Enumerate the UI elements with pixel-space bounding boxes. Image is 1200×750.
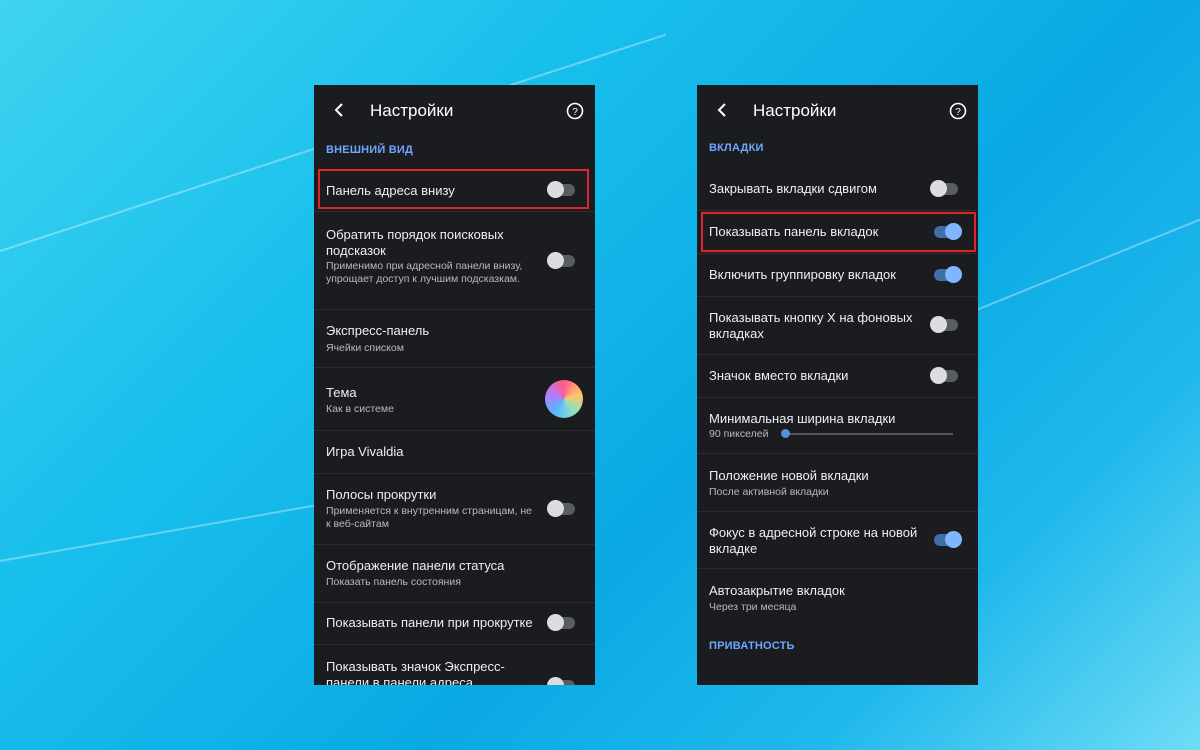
- setting-show-panels-on-scroll[interactable]: Показывать панели при прокрутке: [314, 602, 595, 645]
- settings-screen-tabs: Настройки ? ВКЛАДКИ Закрывать вкладки сд…: [697, 85, 978, 685]
- setting-reverse-suggestions[interactable]: Обратить порядок поисковых подсказок При…: [314, 211, 595, 310]
- background-streak: [0, 504, 316, 562]
- section-header-privacy: ПРИВАТНОСТЬ: [709, 640, 795, 652]
- setting-swipe-close-tabs[interactable]: Закрывать вкладки сдвигом: [697, 167, 978, 211]
- back-arrow-icon[interactable]: [713, 100, 733, 120]
- toggle-switch[interactable]: [934, 531, 962, 548]
- toggle-switch[interactable]: [934, 266, 962, 283]
- toggle-switch[interactable]: [930, 316, 958, 333]
- app-bar: Настройки ?: [314, 85, 595, 137]
- setting-label: Значок вместо вкладки: [709, 368, 849, 383]
- slider-track[interactable]: [785, 433, 953, 435]
- slider-handle[interactable]: [781, 429, 790, 438]
- toggle-switch[interactable]: [930, 367, 958, 384]
- page-title: Настройки: [753, 101, 837, 120]
- highlight-frame: [318, 169, 589, 209]
- settings-screen-appearance: Настройки ? ВНЕШНИЙ ВИД Панель адреса вн…: [314, 85, 595, 685]
- setting-label: Игра Vivaldia: [326, 444, 404, 459]
- svg-text:?: ?: [572, 107, 578, 118]
- setting-description: 90 пикселей: [709, 428, 769, 440]
- setting-label: Автозакрытие вкладок: [709, 583, 845, 598]
- toggle-switch[interactable]: [547, 614, 575, 631]
- svg-text:?: ?: [955, 107, 961, 118]
- setting-label: Включить группировку вкладок: [709, 267, 896, 282]
- setting-label: Фокус в адресной строке на новой вкладке: [709, 525, 918, 556]
- setting-label: Тема: [326, 385, 357, 400]
- section-header-appearance: ВНЕШНИЙ ВИД: [326, 144, 413, 156]
- help-circle-icon[interactable]: ?: [565, 101, 585, 121]
- setting-label: Положение новой вкладки: [709, 468, 869, 483]
- setting-speed-dial[interactable]: Экспресс-панель Ячейки списком: [314, 309, 595, 368]
- setting-label: Показывать значок Экспресс-панели в пане…: [326, 659, 505, 685]
- app-bar: Настройки ?: [697, 85, 978, 137]
- setting-description: Ячейки списком: [326, 342, 404, 354]
- setting-speed-dial-icon[interactable]: Показывать значок Экспресс-панели в пане…: [314, 644, 595, 685]
- setting-label: Обратить порядок поисковых подсказок: [326, 227, 504, 258]
- page-title: Настройки: [370, 101, 454, 120]
- setting-label: Экспресс-панель: [326, 323, 430, 338]
- section-header-tabs: ВКЛАДКИ: [709, 142, 764, 154]
- back-arrow-icon[interactable]: [330, 100, 350, 120]
- setting-theme[interactable]: Тема Как в системе: [314, 367, 595, 431]
- setting-focus-address-new-tab[interactable]: Фокус в адресной строке на новой вкладке: [697, 511, 978, 569]
- setting-description: Показать панель состояния: [326, 576, 461, 588]
- toggle-switch[interactable]: [547, 500, 575, 517]
- setting-label: Показывать панели при прокрутке: [326, 615, 533, 630]
- setting-description: Как в системе: [326, 403, 394, 415]
- toggle-switch[interactable]: [547, 252, 575, 269]
- setting-label: Отображение панели статуса: [326, 558, 505, 573]
- setting-favicon-instead-of-tab[interactable]: Значок вместо вкладки: [697, 354, 978, 398]
- highlight-frame: [701, 212, 976, 252]
- setting-label: Полосы прокрутки: [326, 487, 437, 502]
- setting-description: Применяется к внутренним страницам, не к…: [326, 505, 533, 530]
- setting-description: После активной вкладки: [709, 486, 829, 498]
- setting-label: Показывать кнопку X на фоновых вкладках: [709, 310, 913, 341]
- setting-auto-close-tabs[interactable]: Автозакрытие вкладок Через три месяца: [697, 568, 978, 625]
- setting-vivaldia-game[interactable]: Игра Vivaldia: [314, 430, 595, 474]
- setting-status-bar[interactable]: Отображение панели статуса Показать пане…: [314, 544, 595, 603]
- toggle-switch[interactable]: [547, 677, 575, 685]
- setting-min-tab-width[interactable]: Минимальная ширина вкладки 90 пикселей: [697, 397, 978, 454]
- theme-color-swatch[interactable]: [545, 380, 583, 418]
- help-circle-icon[interactable]: ?: [948, 101, 968, 121]
- setting-description: Применимо при адресной панели внизу, упр…: [326, 260, 523, 285]
- setting-tab-grouping[interactable]: Включить группировку вкладок: [697, 253, 978, 297]
- setting-description: Через три месяца: [709, 601, 797, 613]
- setting-label: Минимальная ширина вкладки: [709, 411, 896, 426]
- setting-new-tab-position[interactable]: Положение новой вкладки После активной в…: [697, 453, 978, 512]
- toggle-switch[interactable]: [930, 180, 958, 197]
- setting-scrollbars[interactable]: Полосы прокрутки Применяется к внутренни…: [314, 473, 595, 545]
- setting-close-button-background[interactable]: Показывать кнопку X на фоновых вкладках: [697, 296, 978, 355]
- setting-label: Закрывать вкладки сдвигом: [709, 181, 877, 196]
